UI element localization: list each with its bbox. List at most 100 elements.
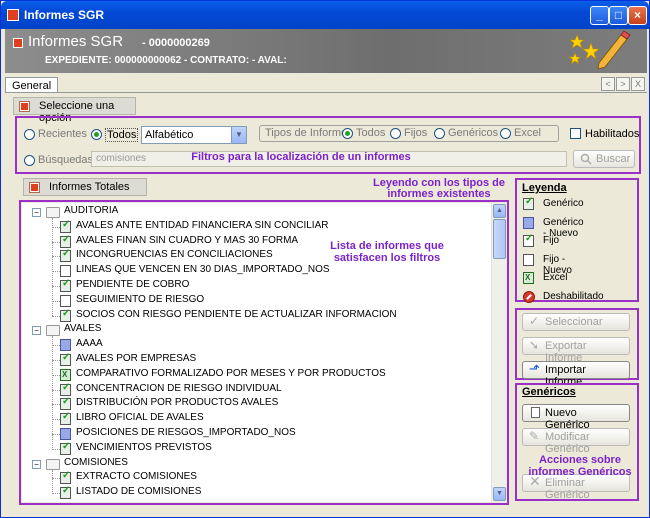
tree-item-label: DISTRIBUCIÓN POR PRODUCTOS AVALES — [76, 397, 279, 409]
tree-item-label: EXTRACTO COMISIONES — [76, 471, 197, 483]
tree-connector — [52, 374, 60, 376]
eliminar-generico-label: Eliminar Genérico — [545, 477, 590, 501]
seleccionar-button[interactable]: ✓ Seleccionar — [522, 313, 630, 331]
check-icon: ✓ — [529, 314, 540, 328]
generico-nuevo-icon — [523, 216, 534, 229]
scroll-thumb[interactable] — [493, 219, 506, 259]
fijo-icon — [523, 233, 534, 247]
excel-icon — [60, 368, 71, 381]
options-header: Seleccione una opción — [13, 97, 136, 124]
tree-connector — [52, 226, 60, 228]
legend-item-label: Fijo — [543, 235, 560, 246]
tree-item-label: AAAA — [76, 338, 103, 350]
habilitados-checkbox[interactable] — [570, 128, 581, 139]
tree-connector — [52, 493, 60, 495]
fijo-nuevo-icon — [60, 265, 71, 278]
tipo-fijos-radio[interactable] — [390, 128, 401, 139]
generico-icon — [60, 248, 71, 263]
deshabilitado-icon — [523, 290, 535, 303]
tree-connector — [52, 271, 60, 273]
buscar-button[interactable]: Buscar — [573, 150, 635, 168]
legend-item-label: Excel — [543, 272, 568, 283]
filters-annotation: Filtros para la localización de un infor… — [191, 151, 411, 163]
scroll-down-icon[interactable]: ▼ — [493, 487, 506, 501]
tree-item-label: INCONGRUENCIAS EN CONCILIACIONES — [76, 249, 273, 261]
list-annotation: Lista de informes que satisfacen los fil… — [330, 240, 444, 264]
tipo-excel-label: Excel — [514, 127, 541, 139]
tree-item-label: SOCIOS CON RIESGO PENDIENTE DE ACTUALIZA… — [76, 308, 397, 320]
busquedas-radio[interactable] — [24, 155, 35, 166]
header-banner: Informes SGR - 0000000269 EXPEDIENTE: 00… — [5, 29, 647, 73]
tree-connector — [52, 404, 60, 406]
minimize-button[interactable]: _ — [590, 6, 609, 25]
scroll-up-icon[interactable]: ▲ — [493, 204, 506, 218]
modificar-generico-button[interactable]: ✎ Modificar Genérico — [522, 428, 630, 455]
chevron-down-icon: ▼ — [231, 127, 246, 143]
edit-icon: ✎ — [529, 429, 540, 443]
habilitados-label: Habilitados — [585, 128, 640, 140]
tree-connector — [52, 434, 60, 435]
section-icon — [19, 101, 30, 112]
tree-item-label: LISTADO DE COMISIONES — [76, 486, 202, 498]
header-number: - 0000000269 — [142, 37, 210, 49]
collapse-icon[interactable]: − — [32, 459, 41, 469]
folder-icon — [46, 325, 60, 337]
tree-connector — [52, 241, 60, 243]
tipos-informe-group: Tipos de Informe Todos Fijos Genéricos E… — [259, 125, 559, 142]
exportar-button[interactable]: ➘ Exportar Informe — [522, 337, 630, 364]
tree-connector — [52, 448, 60, 450]
window-title: Informes SGR — [24, 8, 105, 22]
recientes-radio[interactable] — [24, 129, 35, 140]
collapse-icon[interactable]: − — [32, 326, 41, 336]
generico-icon — [60, 308, 71, 322]
tree-connector — [52, 389, 60, 391]
maximize-button[interactable]: □ — [609, 6, 628, 25]
new-document-icon — [531, 407, 540, 418]
search-icon — [580, 153, 592, 165]
generico-icon — [60, 352, 71, 366]
stars-pencil-icon — [568, 30, 631, 70]
fijo-nuevo-icon — [60, 294, 71, 307]
tree-connector — [52, 469, 53, 494]
tree-item-label: LIBRO OFICIAL DE AVALES — [76, 412, 204, 424]
title-bar[interactable]: Informes SGR _ □ × — [1, 1, 649, 29]
legend-annotation: Leyendo con los tipos de informes existe… — [372, 177, 506, 200]
tree-group-label: AUDITORIA — [64, 205, 119, 216]
tree-scrollbar[interactable]: ▲ ▼ — [491, 203, 506, 502]
tree-connector — [52, 256, 60, 258]
tipo-excel-radio[interactable] — [500, 128, 511, 139]
legend-panel: Leyenda GenéricoGenérico - NuevoFijoFijo… — [515, 178, 639, 303]
collapse-icon[interactable]: − — [32, 208, 41, 217]
tipo-todos-label: Todos — [356, 127, 386, 139]
report-actions: ✓ Seleccionar ➘ Exportar Informe ⬏ Impor… — [515, 308, 639, 388]
tab-prev-button[interactable]: < — [601, 77, 615, 91]
todos-radio[interactable] — [91, 129, 102, 140]
legend-item-label: Genérico — [543, 198, 584, 209]
folder-icon — [46, 458, 60, 470]
tab-next-button[interactable]: > — [616, 77, 630, 91]
generico-icon — [60, 382, 71, 396]
generico-icon — [60, 441, 71, 455]
sort-select[interactable]: Alfabético ▼ — [141, 126, 247, 144]
buscar-label: Buscar — [596, 153, 631, 165]
tab-close-button[interactable]: X — [631, 77, 645, 91]
legend-item-label: Deshabilitado — [543, 290, 604, 302]
seleccionar-label: Seleccionar — [545, 316, 603, 328]
tipo-todos-radio[interactable] — [342, 128, 353, 139]
importar-button[interactable]: ⬏ Importar Informe — [522, 361, 630, 388]
generico-icon — [60, 396, 71, 411]
tipos-label: Tipos de Informe — [265, 127, 348, 139]
tipo-genericos-label: Genéricos — [448, 127, 499, 139]
tab-row: General < > X — [5, 75, 647, 94]
nuevo-generico-button[interactable]: Nuevo Genérico — [522, 404, 630, 431]
tipo-genericos-radio[interactable] — [434, 128, 445, 139]
tree-connector — [52, 360, 60, 361]
tree-item-label: SEGUIMIENTO DE RIESGO — [76, 293, 205, 305]
tree-header: Informes Totales — [23, 178, 147, 196]
header-subtitle: EXPEDIENTE: 000000000062 - CONTRATO: - A… — [45, 55, 287, 66]
app-icon — [7, 9, 19, 21]
tree-connector — [52, 286, 60, 287]
generico-nuevo-icon — [60, 339, 71, 352]
genericos-title: Genéricos — [522, 386, 576, 398]
close-button[interactable]: × — [628, 6, 647, 25]
